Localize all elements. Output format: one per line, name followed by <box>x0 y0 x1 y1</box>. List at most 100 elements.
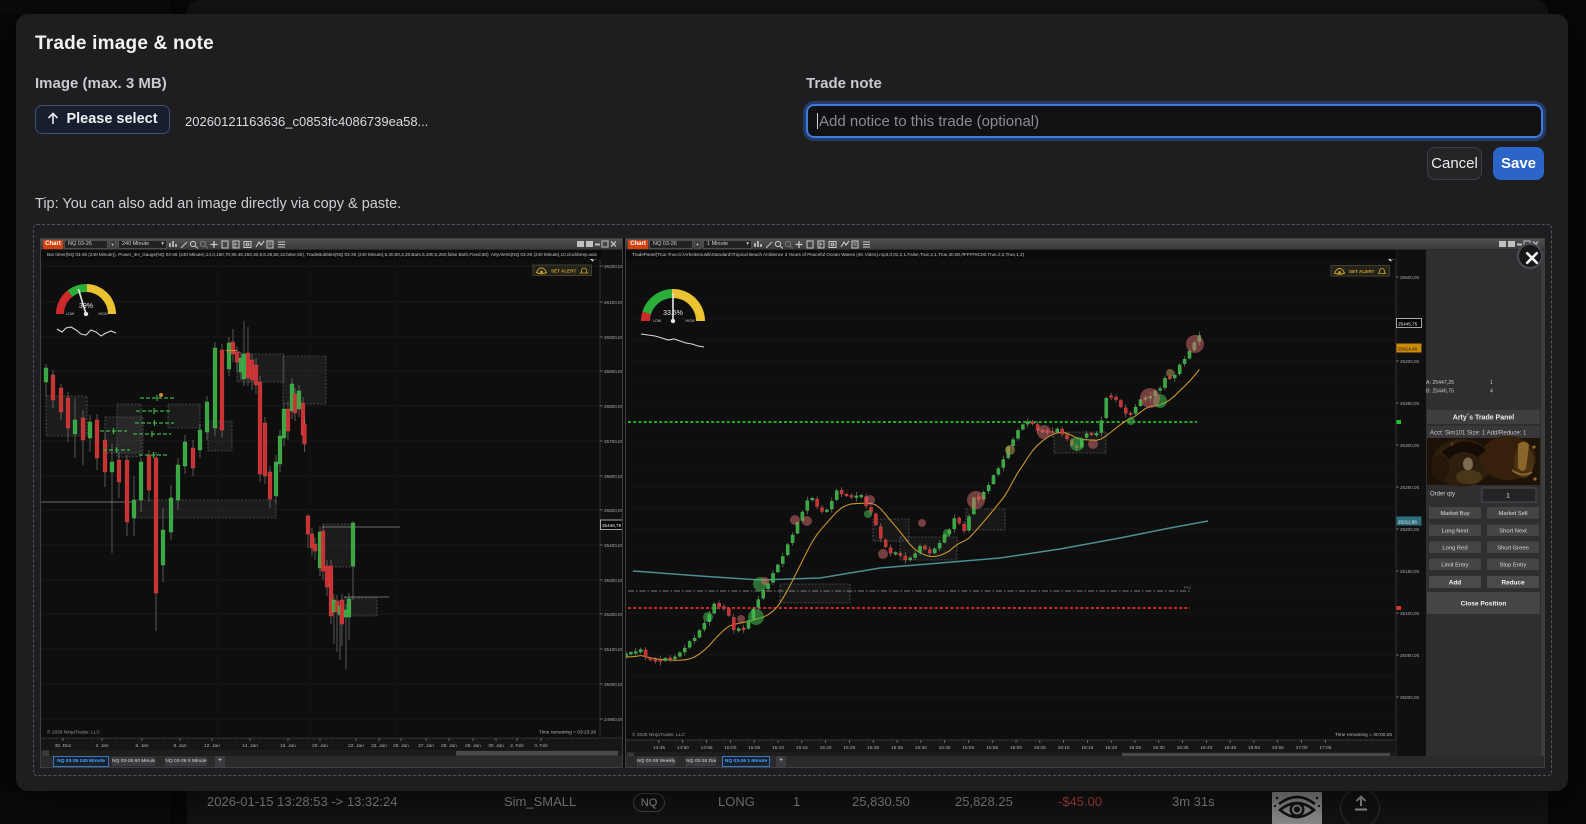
svg-text:29. Jan: 29. Jan <box>465 743 481 749</box>
svg-text:17:00: 17:00 <box>1296 745 1308 751</box>
svg-text:© 2026 NinjaTrader, LLC: © 2026 NinjaTrader, LLC <box>632 731 685 738</box>
svg-text:25700,00: 25700,00 <box>604 439 623 444</box>
svg-text:26200,00: 26200,00 <box>604 264 623 269</box>
svg-text:Reduce: Reduce <box>1501 580 1525 587</box>
svg-text:25400,00: 25400,00 <box>1400 359 1420 364</box>
svg-text:2. Jan: 2. Jan <box>95 743 108 749</box>
svg-text:25900,00: 25900,00 <box>604 369 623 374</box>
svg-text:A: 25447,25: A: 25447,25 <box>1426 380 1454 386</box>
svg-text:© 2026 NinjaTrader, LLC: © 2026 NinjaTrader, LLC <box>47 729 100 736</box>
svg-text:25100,00: 25100,00 <box>1400 611 1420 616</box>
svg-text:16. Jan: 16. Jan <box>280 743 296 749</box>
svg-text:16:00: 16:00 <box>1010 745 1022 751</box>
svg-text:23. Jan: 23. Jan <box>371 743 387 749</box>
svg-text:25414,46: 25414,46 <box>1398 347 1418 352</box>
svg-text:26000,00: 26000,00 <box>604 335 623 340</box>
svg-text:16:50: 16:50 <box>1248 745 1260 751</box>
svg-text:25211,88: 25211,88 <box>1398 520 1417 525</box>
svg-text:PSC: PSC <box>1184 586 1192 590</box>
svg-text:39%: 39% <box>79 303 93 310</box>
svg-text:Arty´s Trade Panel: Arty´s Trade Panel <box>1453 415 1515 422</box>
svg-text:22. Jan: 22. Jan <box>348 743 364 749</box>
svg-text:16:20: 16:20 <box>1105 745 1117 751</box>
svg-text:12. Jan: 12. Jan <box>204 743 220 749</box>
svg-text:15:50: 15:50 <box>962 745 974 751</box>
svg-text:Acct: Sim101 Size: 1 Add/R: Acct: Sim101 Size: 1 Add/Reduce: 1 <box>1430 431 1527 437</box>
svg-text:16:40: 16:40 <box>1200 745 1212 751</box>
svg-text:Long Next: Long Next <box>1442 529 1469 535</box>
svg-text:2. Feb: 2. Feb <box>510 743 524 749</box>
svg-text:28. Jan: 28. Jan <box>441 743 457 749</box>
svg-text:25600,00: 25600,00 <box>604 474 623 479</box>
svg-text:8. Jan: 8. Jan <box>173 743 186 749</box>
svg-text:Market Buy: Market Buy <box>1440 511 1469 517</box>
svg-text:Short Next: Short Next <box>1499 529 1527 535</box>
svg-text:26. Jan: 26. Jan <box>393 743 409 749</box>
svg-text:25000,00: 25000,00 <box>604 682 623 687</box>
svg-text:SET ALERT: SET ALERT <box>1349 269 1375 274</box>
svg-text:HIGH: HIGH <box>686 319 695 323</box>
svg-text:16:25: 16:25 <box>1129 745 1141 751</box>
svg-text:24900,00: 24900,00 <box>604 717 623 722</box>
svg-text:15:45: 15:45 <box>939 745 951 751</box>
svg-text:25250,00: 25250,00 <box>1400 485 1420 490</box>
svg-text:Market Sell: Market Sell <box>1499 511 1528 517</box>
svg-text:25500,00: 25500,00 <box>1400 275 1420 280</box>
svg-text:B: 25446,75: B: 25446,75 <box>1426 389 1454 395</box>
svg-text:15:55: 15:55 <box>986 745 998 751</box>
svg-text:Stop Entry: Stop Entry <box>1499 563 1526 569</box>
svg-text:25500,00: 25500,00 <box>604 508 623 513</box>
svg-text:6. Jan: 6. Jan <box>135 743 148 749</box>
svg-text:15:20: 15:20 <box>820 745 832 751</box>
svg-text:25200,00: 25200,00 <box>604 612 623 617</box>
svg-text:15:00: 15:00 <box>724 745 736 751</box>
svg-text:14. Jan: 14. Jan <box>242 743 258 749</box>
svg-text:25300,00: 25300,00 <box>604 578 623 583</box>
svg-text:14:55: 14:55 <box>701 745 713 751</box>
svg-text:14:50: 14:50 <box>677 745 689 751</box>
svg-text:20. Jan: 20. Jan <box>312 743 328 749</box>
svg-text:26100,00: 26100,00 <box>604 300 623 305</box>
svg-text:25446,75: 25446,75 <box>602 523 622 528</box>
svg-text:25050,00: 25050,00 <box>1400 653 1420 658</box>
svg-text:25300,00: 25300,00 <box>1400 443 1420 448</box>
svg-text:17:05: 17:05 <box>1319 745 1331 751</box>
svg-text:SET ALERT: SET ALERT <box>551 269 577 274</box>
svg-text:Close Position: Close Position <box>1461 601 1507 608</box>
svg-text:Time remaining = 00:00:26: Time remaining = 00:00:26 <box>1335 732 1392 738</box>
svg-text:LOW: LOW <box>66 312 75 316</box>
svg-text:15:15: 15:15 <box>796 745 808 751</box>
svg-text:HIGH: HIGH <box>99 312 108 316</box>
svg-text:16:35: 16:35 <box>1177 745 1189 751</box>
svg-text:1: 1 <box>1490 380 1493 386</box>
svg-text:25350,00: 25350,00 <box>1400 401 1420 406</box>
svg-text:25200,00: 25200,00 <box>1400 527 1420 532</box>
svg-text:1: 1 <box>1506 493 1510 500</box>
svg-text:25800,00: 25800,00 <box>604 404 623 409</box>
svg-text:16:45: 16:45 <box>1224 745 1236 751</box>
svg-text:3. Feb: 3. Feb <box>534 743 548 749</box>
svg-text:Add: Add <box>1449 580 1462 587</box>
svg-text:16:55: 16:55 <box>1272 745 1284 751</box>
svg-text:15:30: 15:30 <box>867 745 879 751</box>
svg-text:LOW: LOW <box>653 319 662 323</box>
svg-text:16:10: 16:10 <box>1058 745 1070 751</box>
svg-text:30. Jan: 30. Jan <box>488 743 504 749</box>
svg-text:27. Jan: 27. Jan <box>418 743 434 749</box>
svg-text:15:10: 15:10 <box>772 745 784 751</box>
svg-text:25000,00: 25000,00 <box>1400 695 1420 700</box>
svg-text:15:40: 15:40 <box>915 745 927 751</box>
svg-text:16:30: 16:30 <box>1153 745 1165 751</box>
svg-text:25100,00: 25100,00 <box>604 647 623 652</box>
svg-text:Limit Entry: Limit Entry <box>1441 563 1468 569</box>
svg-text:30. Dez: 30. Dez <box>55 743 72 749</box>
svg-text:25445,75: 25445,75 <box>1398 322 1418 327</box>
svg-text:Order qty: Order qty <box>1430 492 1455 498</box>
svg-text:Short Green: Short Green <box>1497 546 1529 552</box>
svg-text:25400,00: 25400,00 <box>604 543 623 548</box>
svg-text:16:15: 16:15 <box>1081 745 1093 751</box>
svg-text:33.5%: 33.5% <box>663 310 683 317</box>
svg-text:25150,00: 25150,00 <box>1400 569 1420 574</box>
svg-text:15:25: 15:25 <box>843 745 855 751</box>
svg-text:Time remaining = 03:23:26: Time remaining = 03:23:26 <box>539 730 596 736</box>
